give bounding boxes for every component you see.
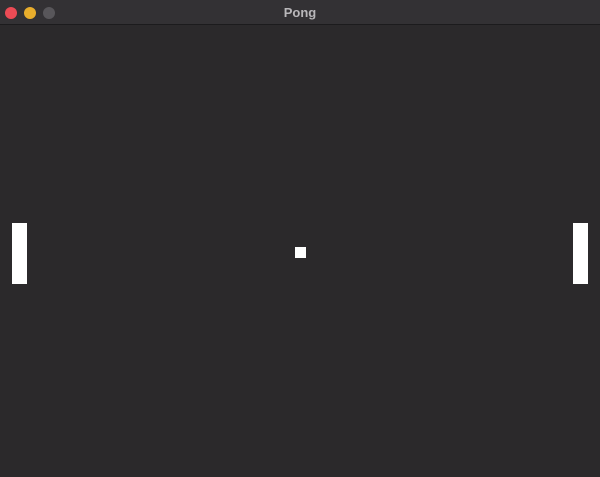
right-paddle (573, 223, 588, 284)
ball (295, 247, 306, 258)
title-bar[interactable]: Pong (0, 0, 600, 25)
game-canvas[interactable] (0, 26, 600, 477)
left-paddle (12, 223, 27, 284)
window-title: Pong (283, 5, 317, 20)
pong-window: Pong (0, 0, 600, 477)
